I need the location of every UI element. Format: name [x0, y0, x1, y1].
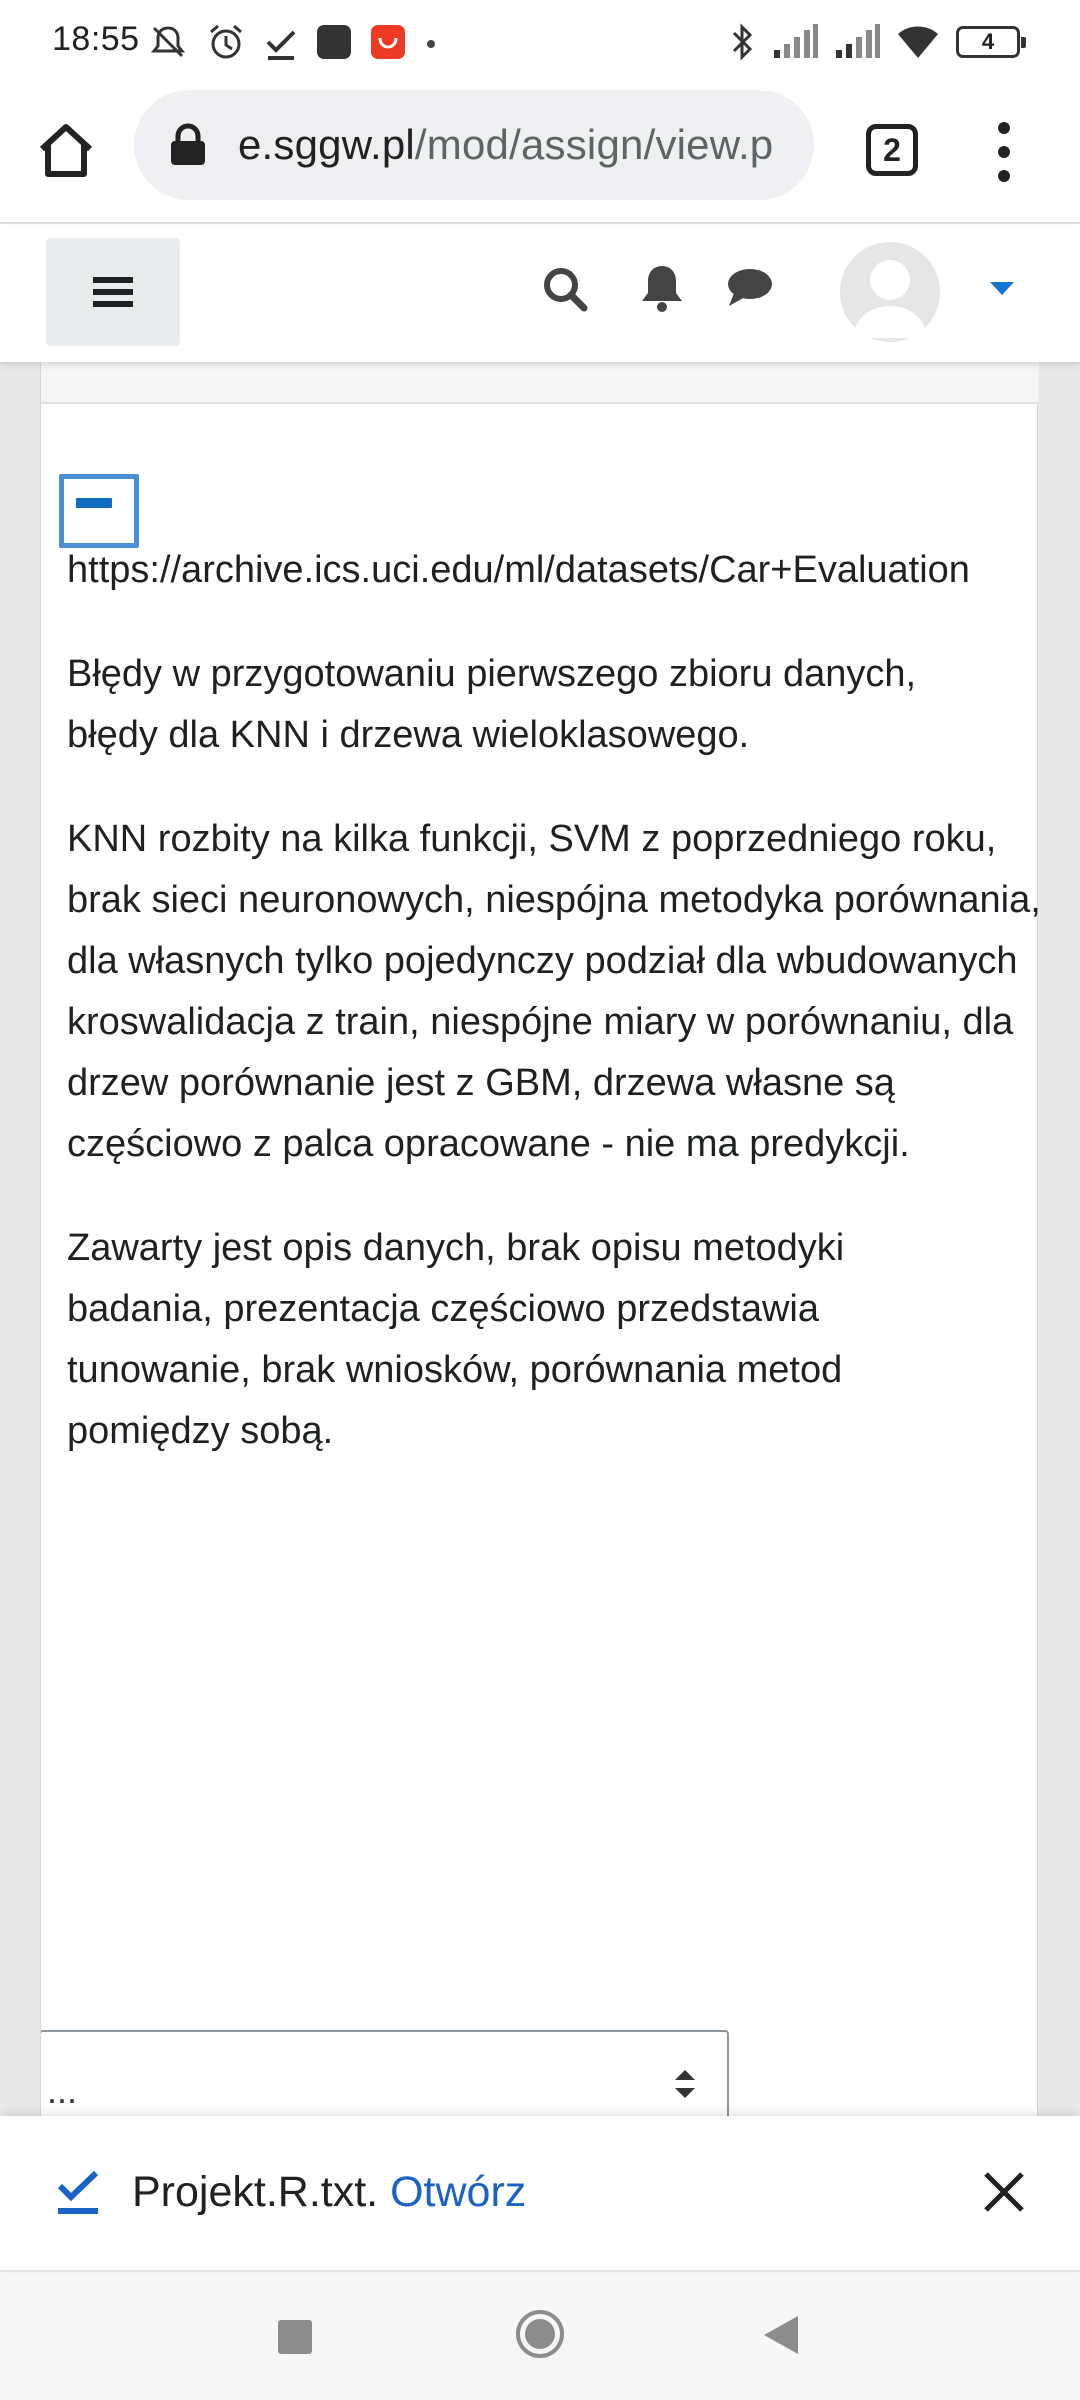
dot-icon [427, 40, 435, 48]
download-message: Projekt.R.txt. Otwórz [132, 2168, 526, 2217]
close-icon[interactable] [980, 2168, 1028, 2216]
url-text: e.sggw.pl/mod/assign/view.p [238, 121, 773, 169]
home-button[interactable] [30, 114, 102, 186]
status-bar: 18:55 4 [0, 0, 1080, 84]
collapse-button[interactable] [59, 474, 139, 548]
avatar[interactable] [840, 242, 940, 342]
home-nav-button[interactable] [514, 2308, 566, 2360]
home-icon [39, 124, 93, 177]
system-nav-bar [0, 2272, 1080, 2400]
open-download-link[interactable]: Otwórz [390, 2168, 526, 2216]
signal-icon [774, 24, 818, 58]
drawer-toggle-button[interactable] [46, 238, 180, 346]
check-icon [266, 30, 296, 60]
browser-toolbar: e.sggw.pl/mod/assign/view.p 2 [0, 84, 1080, 224]
search-icon[interactable] [542, 266, 588, 312]
signal-icon [836, 24, 880, 58]
back-nav-button[interactable] [760, 2314, 800, 2356]
minus-icon [76, 498, 112, 508]
tab-switcher-button[interactable]: 2 [866, 124, 918, 176]
alarm-clock-icon [210, 24, 242, 59]
browser-menu-button[interactable] [984, 118, 1024, 186]
recent-apps-button[interactable] [278, 2320, 312, 2354]
download-snackbar: Projekt.R.txt. Otwórz [0, 2116, 1080, 2272]
feedback-comments: https://archive.ics.uci.edu/ml/datasets/… [67, 540, 1039, 1505]
battery-level: 4 [981, 29, 995, 54]
feedback-card: https://archive.ics.uci.edu/ml/datasets/… [40, 362, 1039, 2116]
app-square-icon [317, 25, 351, 59]
download-filename: Projekt.R.txt. [132, 2168, 379, 2216]
url-path: /mod/assign/view.p [414, 121, 774, 168]
feedback-paragraph: KNN rozbity na kilka funkcji, SVM z popr… [67, 818, 1039, 1165]
feedback-paragraph: Błędy w przygotowaniu pierwszego zbioru … [67, 653, 917, 756]
url-host: e.sggw.pl [238, 121, 415, 168]
battery-icon: 4 [956, 26, 1026, 58]
select-dropdown[interactable]: ... [41, 2030, 729, 2116]
select-value: ... [47, 2070, 78, 2111]
muted-alarm-icon [150, 26, 186, 58]
moodle-navbar [0, 226, 1080, 362]
feedback-paragraph: Zawarty jest opis danych, brak opisu met… [67, 1227, 845, 1452]
dataset-link[interactable]: https://archive.ics.uci.edu/ml/datasets/… [67, 540, 1039, 601]
menu-icon [93, 277, 133, 307]
bluetooth-icon [732, 23, 753, 61]
address-bar[interactable]: e.sggw.pl/mod/assign/view.p [134, 90, 814, 200]
tab-count: 2 [883, 131, 901, 168]
status-time: 18:55 [52, 20, 140, 58]
lock-icon [171, 123, 205, 165]
chat-icon[interactable] [726, 266, 774, 310]
shopping-app-icon [371, 25, 405, 59]
caret-down-icon[interactable] [990, 282, 1014, 295]
user-avatar-icon [852, 260, 928, 338]
download-complete-icon [57, 2170, 99, 2214]
bell-icon[interactable] [640, 262, 684, 314]
wifi-icon [898, 26, 938, 58]
select-arrows-icon [675, 2070, 695, 2098]
card-header-strip [41, 362, 1039, 404]
